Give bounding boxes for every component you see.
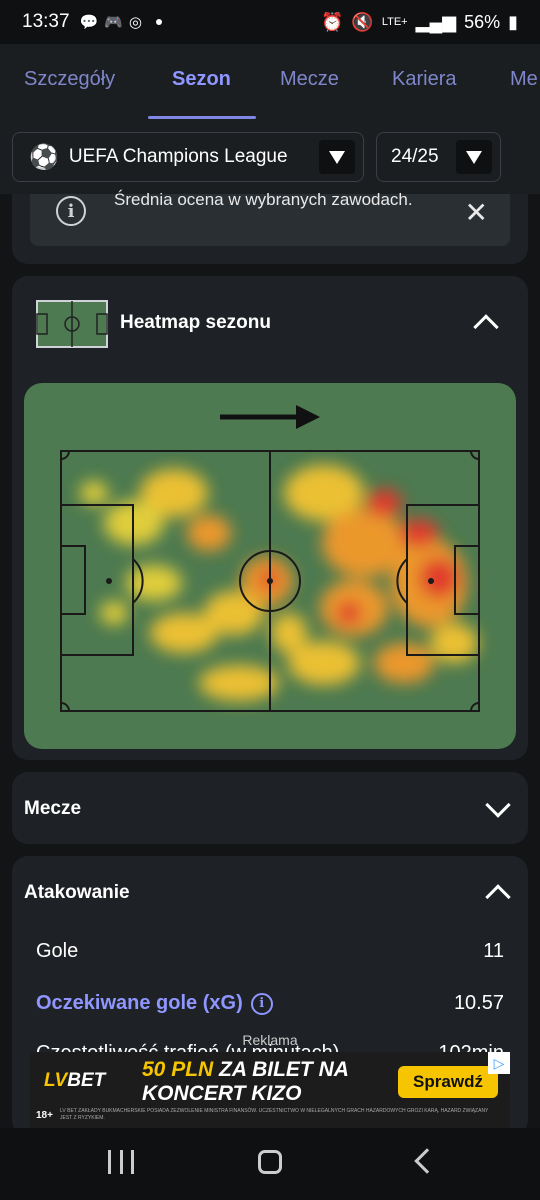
stat-label: Gole bbox=[36, 940, 79, 962]
tab-bar: Szczegóły Sezon Mecze Kariera Me bbox=[0, 44, 540, 120]
status-right: ⏰ 🔇 LTE+ ▂▄▆ 56% ▮ bbox=[321, 0, 518, 44]
ad-banner[interactable]: LVBET 50 PLN ZA BILET NA KONCERT KIZO Sp… bbox=[30, 1052, 510, 1128]
chevron-down-icon bbox=[329, 150, 345, 164]
matches-section-title: Mecze bbox=[24, 798, 82, 819]
ad-logo: LVBET bbox=[44, 1070, 105, 1092]
stat-row-goals: Gole 11 bbox=[36, 940, 504, 963]
ad-headline-line2: KONCERT KIZO bbox=[142, 1082, 302, 1105]
alarm-icon: ⏰ bbox=[320, 11, 344, 32]
rating-info-card: i Średnia ocena w wybranych zawodach. ✕ bbox=[12, 190, 528, 264]
system-nav-bar bbox=[0, 1128, 540, 1200]
chevron-down-icon bbox=[466, 150, 482, 164]
season-select[interactable]: 24/25 bbox=[376, 132, 501, 182]
home-icon[interactable] bbox=[258, 1150, 282, 1174]
champions-league-icon: ⚽ bbox=[29, 143, 59, 171]
notification-icons: 💬 🎮 ◎ bbox=[79, 13, 163, 31]
stat-value: 10.57 bbox=[453, 992, 504, 1014]
info-banner: i Średnia ocena w wybranych zawodach. ✕ bbox=[30, 190, 510, 246]
attack-direction-arrow-icon bbox=[220, 405, 320, 429]
recent-apps-icon[interactable] bbox=[108, 1150, 134, 1174]
season-dropdown-button[interactable] bbox=[456, 140, 492, 174]
status-time: 13:37 bbox=[22, 11, 70, 32]
more-notifications-icon bbox=[156, 19, 163, 25]
heatmap-title: Heatmap sezonu bbox=[120, 312, 271, 333]
info-text: Średnia ocena w wybranych zawodach. bbox=[114, 190, 413, 209]
battery-icon: ▮ bbox=[508, 11, 518, 32]
ad-disclaimer: LV BET ZAKŁADY BUKMACHERSKIE POSIADA ZEZ… bbox=[60, 1108, 489, 1121]
network-label: LTE+ bbox=[381, 16, 408, 28]
heatmap-graphic bbox=[60, 405, 480, 712]
game-icon: 🎮 bbox=[104, 14, 123, 31]
heat-blobs bbox=[80, 465, 478, 701]
back-icon[interactable] bbox=[414, 1148, 440, 1174]
ad-label: Reklama bbox=[242, 1032, 298, 1048]
pitch-icon bbox=[36, 300, 108, 348]
heatmap-pitch bbox=[24, 383, 516, 749]
xg-info-icon[interactable]: i bbox=[250, 992, 273, 1015]
battery-level: 56% bbox=[464, 11, 501, 32]
matches-section[interactable]: Mecze bbox=[12, 772, 528, 844]
ad-logo-lv: LV bbox=[44, 1070, 68, 1091]
stat-value: 11 bbox=[483, 940, 504, 962]
mute-icon: 🔇 bbox=[351, 11, 374, 32]
close-icon[interactable]: ✕ bbox=[465, 196, 488, 229]
ad-headline-amount: 50 PLN bbox=[142, 1058, 214, 1081]
competition-select[interactable]: ⚽ UEFA Champions League bbox=[12, 132, 364, 182]
info-icon: i bbox=[56, 196, 86, 226]
tab-career[interactable]: Kariera bbox=[392, 68, 456, 91]
stat-row-xg: Oczekiwane gole (xG) i 10.57 bbox=[36, 992, 504, 1015]
signal-icon: ▂▄▆ bbox=[415, 11, 457, 32]
ad-cta-button[interactable]: Sprawdź bbox=[398, 1066, 498, 1098]
competition-value: UEFA Champions League bbox=[68, 146, 288, 167]
ad-headline-text: ZA BILET NA bbox=[213, 1058, 349, 1081]
collapse-chevron-icon[interactable] bbox=[485, 884, 511, 910]
ad-headline: 50 PLN ZA BILET NA KONCERT KIZO bbox=[142, 1058, 349, 1106]
header: Szczegóły Sezon Mecze Kariera Me ⚽ UEFA … bbox=[0, 44, 540, 194]
tab-season[interactable]: Sezon bbox=[172, 68, 231, 91]
active-tab-indicator bbox=[148, 116, 256, 119]
heatmap-card: Heatmap sezonu bbox=[12, 276, 528, 760]
tab-details[interactable]: Szczegóły bbox=[24, 68, 115, 91]
status-bar: 13:37 💬 🎮 ◎ ⏰ 🔇 LTE+ ▂▄▆ 56% ▮ bbox=[0, 0, 540, 44]
attacking-section-title: Atakowanie bbox=[24, 882, 130, 903]
ad-choices-icon[interactable]: ▷ bbox=[488, 1052, 510, 1074]
tab-matches[interactable]: Mecze bbox=[280, 68, 339, 91]
app-icon: ◎ bbox=[128, 14, 143, 31]
expand-chevron-icon[interactable] bbox=[485, 792, 511, 818]
season-value: 24/25 bbox=[391, 146, 439, 167]
tab-more[interactable]: Me bbox=[510, 68, 538, 91]
ad-age-badge: 18+ bbox=[36, 1110, 53, 1121]
ad-logo-bet: BET bbox=[67, 1070, 106, 1091]
chat-icon: 💬 bbox=[79, 14, 99, 31]
competition-dropdown-button[interactable] bbox=[319, 140, 355, 174]
stat-label: Oczekiwane gole (xG) bbox=[36, 992, 243, 1014]
collapse-chevron-icon[interactable] bbox=[473, 314, 499, 340]
